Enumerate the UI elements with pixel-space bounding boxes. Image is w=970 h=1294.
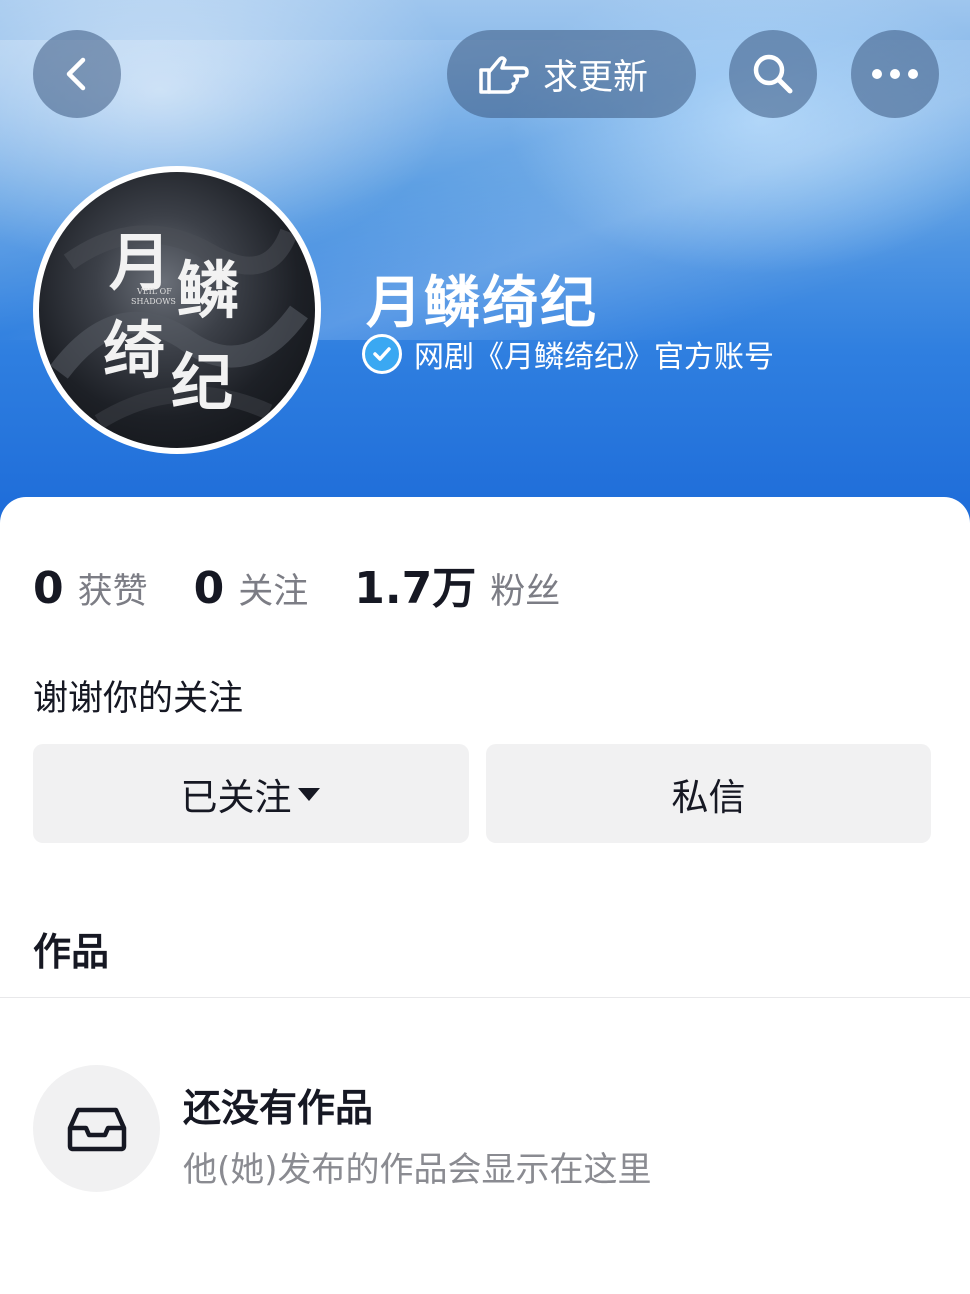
stat-followers-label: 粉丝: [490, 572, 561, 612]
stat-followers[interactable]: 1.7万 粉丝: [354, 552, 560, 616]
search-icon: [753, 54, 793, 94]
verification-text: 网剧《月鳞绮纪》官方账号: [414, 340, 774, 375]
following-label: 已关注: [180, 775, 292, 819]
profile-header: 求更新 月 鳞 绮 纪 VEIL OF SHADOWS 月鳞绮纪 网剧《月鳞绮纪…: [0, 0, 970, 540]
verification-row: 网剧《月鳞绮纪》官方账号: [362, 332, 774, 376]
avatar-subtitle-1: VEIL OF: [136, 287, 172, 296]
works-title: 作品: [33, 930, 110, 974]
search-button[interactable]: [729, 30, 817, 118]
stat-likes-value: 0: [33, 563, 64, 614]
message-label: 私信: [671, 775, 746, 819]
empty-works-subtitle: 他(她)发布的作品会显示在这里: [183, 1150, 652, 1190]
stat-likes-label: 获赞: [77, 572, 148, 612]
empty-works-title: 还没有作品: [183, 1086, 374, 1130]
request-update-button[interactable]: 求更新: [447, 30, 696, 118]
bio-text: 谢谢你的关注: [33, 679, 244, 719]
verified-check-icon: [362, 334, 402, 374]
stat-following[interactable]: 0 关注: [194, 563, 309, 614]
following-button[interactable]: 已关注: [33, 744, 469, 843]
chevron-left-icon: [66, 57, 86, 91]
inbox-tray-icon: [67, 1107, 126, 1151]
avatar-title-char-3: 绮: [103, 314, 165, 387]
message-button[interactable]: 私信: [486, 744, 931, 843]
avatar-title-char-2: 鳞: [177, 254, 239, 327]
caret-down-icon: [297, 787, 320, 801]
request-update-label: 求更新: [543, 57, 649, 98]
stats-row: 0 获赞 0 关注 1.7万 粉丝: [33, 552, 606, 616]
stat-likes[interactable]: 0 获赞: [33, 563, 148, 614]
avatar[interactable]: 月 鳞 绮 纪 VEIL OF SHADOWS: [33, 166, 321, 454]
back-button[interactable]: [33, 30, 121, 118]
divider: [0, 997, 970, 998]
more-dots-icon: [872, 69, 918, 79]
profile-sheet: 0 获赞 0 关注 1.7万 粉丝 谢谢你的关注 已关注 私信 作品 还没有作品…: [0, 497, 970, 1294]
empty-icon-container: [33, 1065, 160, 1192]
avatar-subtitle-2: SHADOWS: [131, 297, 176, 306]
profile-name: 月鳞绮纪: [366, 271, 598, 336]
pointing-hand-icon: [479, 56, 529, 94]
stat-following-value: 0: [193, 563, 225, 614]
stat-followers-value: 1.7万: [354, 563, 477, 614]
avatar-artwork: 月 鳞 绮 纪 VEIL OF SHADOWS: [50, 225, 308, 429]
stat-following-label: 关注: [238, 572, 309, 612]
avatar-title-char-4: 纪: [171, 346, 233, 419]
more-button[interactable]: [851, 30, 939, 118]
